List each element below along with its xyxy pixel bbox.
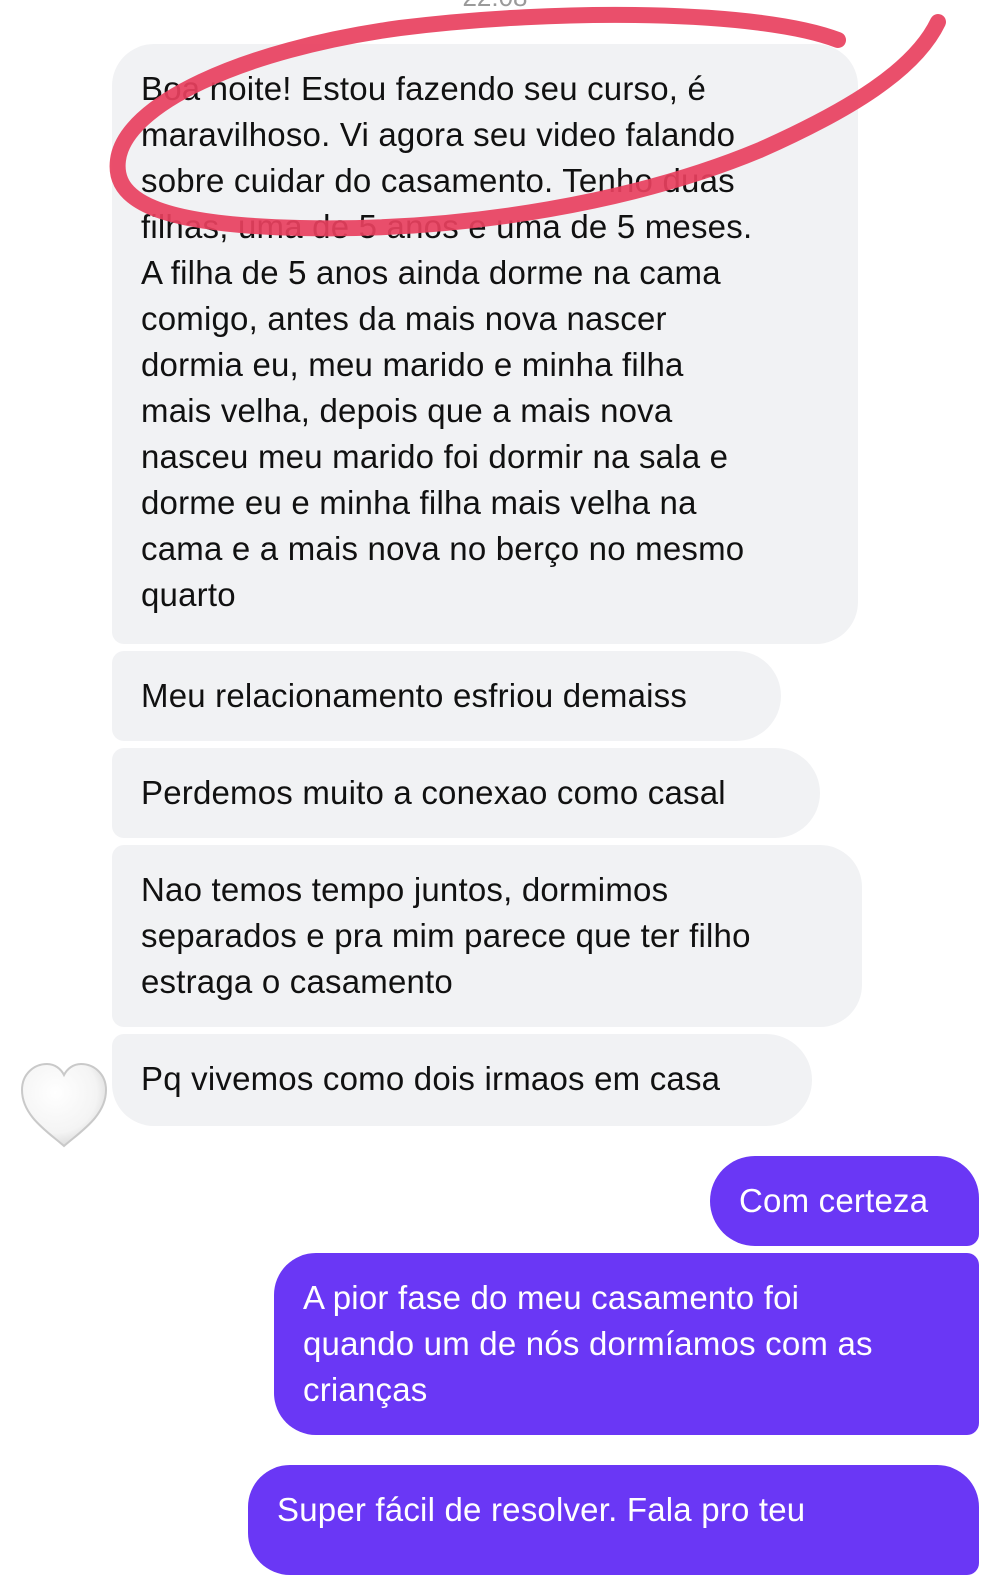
incoming-message-bubble[interactable]: Boa noite! Estou fazendo seu curso, é ma… [112,44,858,644]
incoming-message-bubble[interactable]: Meu relacionamento esfriou demaiss [112,651,781,741]
incoming-message-bubble[interactable]: Nao temos tempo juntos, dormimos separad… [112,845,862,1027]
incoming-message-bubble[interactable]: Perdemos muito a conexao como casal [112,748,820,838]
outgoing-message-bubble[interactable]: A pior fase do meu casamento foi quando … [274,1253,979,1435]
white-heart-icon[interactable] [18,1060,110,1152]
incoming-message-bubble[interactable]: Pq vivemos como dois irmaos em casa [112,1034,812,1126]
outgoing-message-bubble[interactable]: Super fácil de resolver. Fala pro teu [248,1465,979,1575]
message-timestamp: 22:08 [0,0,990,13]
outgoing-message-bubble[interactable]: Com certeza [710,1156,979,1246]
